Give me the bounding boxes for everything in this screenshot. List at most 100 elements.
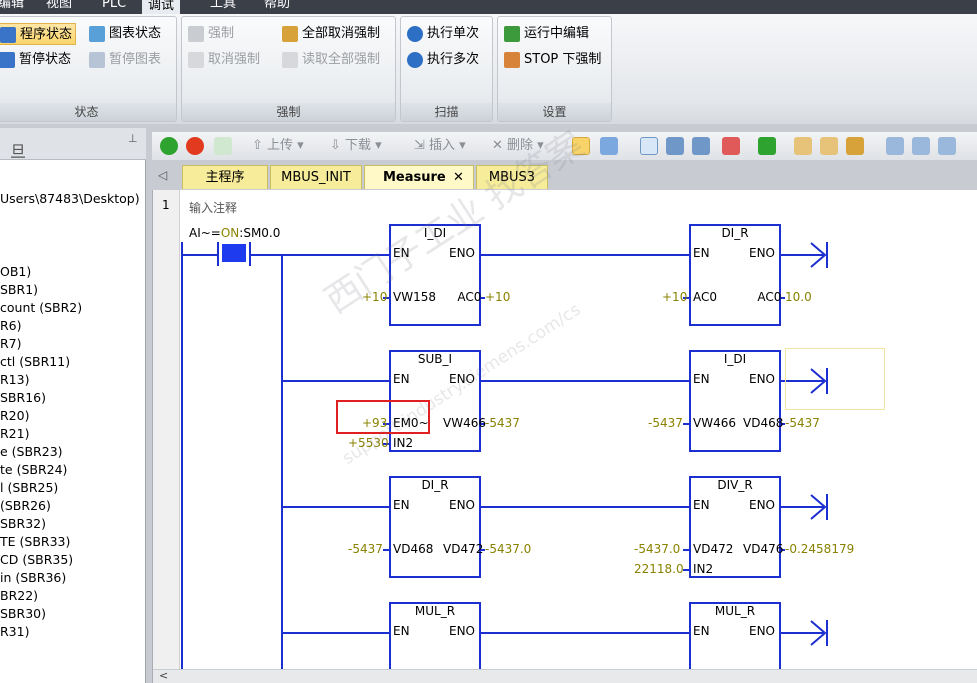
line-down-icon[interactable] (912, 137, 930, 155)
tree-item[interactable]: te (SBR24) (0, 462, 67, 477)
tab-measure[interactable]: Measure ✕ (364, 165, 474, 189)
out-value: 10.0 (785, 290, 812, 304)
function-box[interactable]: MUL_R EN ENO (689, 602, 781, 672)
menu-plc[interactable]: PLC (102, 0, 126, 12)
tree-item[interactable]: CD (SBR35) (0, 552, 73, 567)
tree-item[interactable]: SBR32) (0, 516, 46, 531)
pause-status-icon (0, 52, 15, 68)
status-monitor-icon[interactable] (572, 137, 590, 155)
tree-item[interactable]: SBR16) (0, 390, 46, 405)
scroll-left-icon[interactable]: < (159, 669, 168, 682)
tree-item[interactable]: Users\87483\Desktop) (0, 191, 140, 206)
read-all-forced-button[interactable]: 读取全部强制 (280, 49, 383, 71)
function-box[interactable]: I_DI EN ENO VW466 VD468 (689, 350, 784, 452)
close-tab-icon[interactable]: ✕ (453, 166, 464, 190)
tab-scroll-left-icon[interactable]: ◁ (158, 168, 167, 182)
horizontal-scrollbar[interactable]: < (153, 669, 977, 683)
menu-edit[interactable]: 编辑 (0, 0, 24, 12)
pause-chart-button[interactable]: 暂停图表 (87, 49, 164, 71)
download-button[interactable]: ⇩ 下载 ▾ (330, 136, 382, 156)
tree-item[interactable]: TE (SBR33) (0, 534, 70, 549)
tree-item[interactable]: R7) (0, 336, 22, 351)
menu-tools[interactable]: 工具 (210, 0, 236, 12)
multi-scan-button[interactable]: 执行多次 (405, 49, 482, 71)
tab-mbus3[interactable]: MBUS3 (476, 165, 548, 189)
en-pin: EN (393, 624, 410, 638)
bookmark-prev-icon[interactable] (666, 137, 684, 155)
wire (251, 254, 281, 256)
out-operand: AC0 (757, 290, 782, 304)
program-status-button[interactable]: 程序状态 (0, 23, 77, 45)
stop-force-button[interactable]: STOP 下强制 (502, 49, 604, 71)
line-up-icon[interactable] (938, 137, 956, 155)
tab-mbus-init[interactable]: MBUS_INIT (270, 165, 362, 189)
eno-pin: ENO (749, 246, 776, 260)
tree-item[interactable]: R31) (0, 624, 29, 639)
out-operand: VD468 (743, 416, 784, 430)
wire (481, 380, 689, 382)
tree-item[interactable]: e (SBR23) (0, 444, 63, 459)
chart-status-button[interactable]: 图表状态 (87, 23, 164, 45)
en-pin: EN (693, 624, 710, 638)
menu-view[interactable]: 视图 (46, 0, 72, 12)
tree-item[interactable]: R21) (0, 426, 29, 441)
menu-bar: 编辑 视图 PLC 调试 工具 帮助 (0, 0, 977, 14)
out-operand: VW466 (443, 416, 486, 430)
unprotect-icon[interactable] (820, 137, 838, 155)
function-box[interactable]: DI_R EN ENO AC0 AC0 (689, 224, 781, 326)
eno-pin: ENO (449, 624, 476, 638)
unforce-all-button[interactable]: 全部取消强制 (280, 23, 383, 45)
ladder-editor[interactable]: 1 输入注释 AI~=ON:SM0.0 I_DI EN ENO VW158 AC0 +10… (152, 124, 977, 683)
pause-status-button[interactable]: 暂停状态 (0, 49, 74, 71)
pin-icon[interactable]: ⊥ (128, 132, 138, 145)
network-comment[interactable]: 输入注释 (189, 199, 237, 216)
tree-item[interactable]: R13) (0, 372, 29, 387)
function-box[interactable]: DIV_R EN ENO VD472 VD476 IN2 (689, 476, 783, 578)
unlock-icon (188, 52, 204, 68)
upload-button[interactable]: ⇧ 上传 ▾ (252, 136, 304, 156)
tree-item[interactable]: in (SBR36) (0, 570, 66, 585)
tree-item[interactable]: R6) (0, 318, 22, 333)
run-icon[interactable] (160, 137, 178, 155)
tree-item[interactable]: SBR1) (0, 282, 38, 297)
tree-item[interactable]: count (SBR2) (0, 300, 82, 315)
tree-item[interactable]: l (SBR25) (0, 480, 58, 495)
stop-icon[interactable] (186, 137, 204, 155)
network-icon[interactable] (640, 137, 658, 155)
tree-item[interactable]: SBR30) (0, 606, 46, 621)
ribbon: 程序状态 图表状态 暂停状态 暂停图表 状态 强制 全部取消强制 取消强制 读取… (0, 14, 977, 124)
bookmark-remove-icon[interactable] (722, 137, 740, 155)
tab-main[interactable]: 主程序 (182, 165, 268, 189)
goto-icon[interactable] (758, 137, 776, 155)
compile-icon[interactable] (214, 137, 232, 155)
eno-pin: ENO (449, 246, 476, 260)
tree-item[interactable]: R20) (0, 408, 29, 423)
eno-pin: ENO (449, 498, 476, 512)
menu-debug[interactable]: 调试 (142, 0, 181, 14)
in-value: -5437.0 (634, 542, 681, 556)
tree-item[interactable]: ctl (SBR11) (0, 354, 70, 369)
delete-button[interactable]: ✕ 删除 ▾ (492, 136, 544, 156)
eno-pin: ENO (449, 372, 476, 386)
output-arrow-icon (781, 620, 837, 646)
tree-tool-icon[interactable]: 旦 (10, 138, 26, 162)
tree-item[interactable]: BR22) (0, 588, 38, 603)
function-box[interactable]: I_DI EN ENO VW158 AC0 (389, 224, 481, 326)
branch-icon[interactable] (886, 137, 904, 155)
normally-open-contact[interactable] (217, 242, 251, 266)
lock-plus-icon[interactable] (846, 137, 864, 155)
force-button[interactable]: 强制 (186, 23, 237, 45)
insert-button[interactable]: ⇲ 插入 ▾ (414, 136, 466, 156)
tree-item[interactable]: OB1) (0, 264, 31, 279)
runtime-edit-button[interactable]: 运行中编辑 (502, 23, 592, 45)
single-scan-button[interactable]: 执行单次 (405, 23, 482, 45)
chart-monitor-icon[interactable] (600, 137, 618, 155)
function-box[interactable]: DI_R EN ENO VD468 VD472 (389, 476, 483, 578)
unforce-button[interactable]: 取消强制 (186, 49, 263, 71)
in-operand: VD472 (693, 542, 734, 556)
protect-icon[interactable] (794, 137, 812, 155)
bookmark-next-icon[interactable] (692, 137, 710, 155)
function-box[interactable]: MUL_R EN ENO (389, 602, 481, 672)
menu-help[interactable]: 帮助 (264, 0, 290, 12)
tree-item[interactable]: (SBR26) (0, 498, 51, 513)
